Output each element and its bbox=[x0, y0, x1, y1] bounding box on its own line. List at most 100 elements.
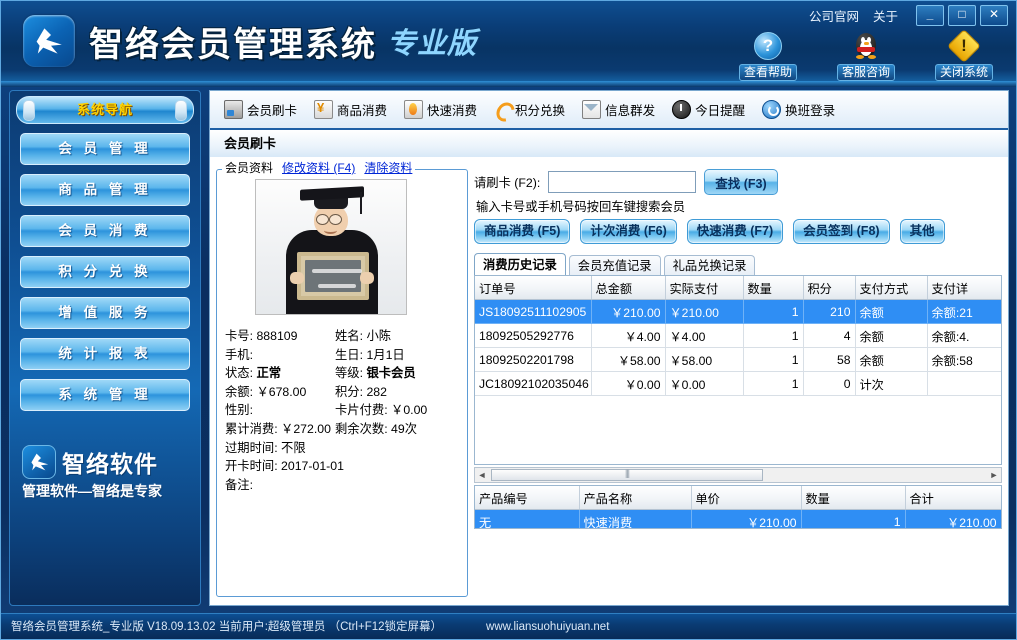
cell-total-amount: ￥4.00 bbox=[591, 324, 665, 348]
status-bar-text: 智络会员管理系统_专业版 V18.09.13.02 当前用户:超级管理员 （Ct… bbox=[11, 614, 442, 640]
cell-payment-method: 余额 bbox=[855, 324, 927, 348]
edit-member-link[interactable]: 修改资料 (F4) bbox=[282, 161, 355, 175]
toolbar-item-points-exchange[interactable]: 积分兑换 bbox=[494, 100, 565, 119]
field-remaining-times-label: 剩余次数: bbox=[335, 422, 388, 436]
member-fields: 卡号: 888109 姓名: 小陈 手机: 生日: 1月1日 bbox=[225, 327, 461, 494]
member-field-row: 过期时间: 不限 bbox=[225, 439, 461, 458]
cell-order-no: 18092505292776 bbox=[475, 324, 591, 348]
close-button[interactable]: ✕ bbox=[980, 5, 1008, 26]
sidebar-item-member-management[interactable]: 会 员 管 理 bbox=[20, 133, 190, 165]
history-horizontal-scrollbar[interactable]: ◄ ► bbox=[474, 467, 1002, 483]
app-logo-icon bbox=[23, 15, 75, 67]
field-points-value: 282 bbox=[366, 385, 387, 399]
table-row[interactable]: 无 快速消费 ￥210.00 1 ￥210.00 bbox=[475, 510, 1001, 530]
cell-total-amount: ￥210.00 bbox=[591, 300, 665, 324]
cell-actual-paid: ￥210.00 bbox=[665, 300, 743, 324]
cell-order-no: 18092502201798 bbox=[475, 348, 591, 372]
tab-recharge-history[interactable]: 会员充值记录 bbox=[569, 255, 661, 276]
brand-name: 智络软件 bbox=[62, 445, 158, 479]
quick-action-help-label: 查看帮助 bbox=[739, 64, 797, 81]
field-open-date-value: 2017-01-01 bbox=[281, 459, 344, 473]
toolbar-item-fast-consumption[interactable]: 快速消费 bbox=[404, 100, 477, 119]
clear-member-link[interactable]: 清除资料 bbox=[364, 161, 412, 175]
history-table-header-row: 订单号 总金额 实际支付 数量 积分 支付方式 支付详 bbox=[475, 276, 1002, 300]
member-field-row: 手机: 生日: 1月1日 bbox=[225, 346, 461, 365]
history-table-container[interactable]: 订单号 总金额 实际支付 数量 积分 支付方式 支付详 bbox=[474, 275, 1002, 465]
field-birthday-value: 1月1日 bbox=[366, 348, 404, 362]
field-name-value: 小陈 bbox=[366, 329, 391, 343]
tab-consumption-history[interactable]: 消费历史记录 bbox=[474, 253, 566, 276]
history-col-payment-detail[interactable]: 支付详 bbox=[927, 276, 1002, 300]
brand-logo-icon bbox=[22, 445, 56, 479]
scrollbar-thumb[interactable] bbox=[491, 469, 763, 481]
table-row[interactable]: 18092502201798 ￥58.00 ￥58.00 1 58 余额 余额:… bbox=[475, 348, 1002, 372]
detail-col-quantity[interactable]: 数量 bbox=[801, 486, 905, 510]
tab-gift-exchange-history[interactable]: 礼品兑换记录 bbox=[664, 255, 756, 276]
toolbar-item-product-consumption[interactable]: 商品消费 bbox=[314, 100, 387, 119]
field-balance-value: ￥678.00 bbox=[256, 385, 306, 399]
quick-action-exit-label: 关闭系统 bbox=[935, 64, 993, 81]
detail-col-product-name[interactable]: 产品名称 bbox=[579, 486, 691, 510]
sidebar-item-product-management[interactable]: 商 品 管 理 bbox=[20, 174, 190, 206]
cell-payment-detail bbox=[927, 372, 1002, 396]
product-consumption-button[interactable]: 商品消费 (F5) bbox=[474, 219, 570, 244]
quick-action-help[interactable]: ? 查看帮助 bbox=[730, 29, 806, 81]
member-field-row: 性别: 卡片付费: ￥0.00 bbox=[225, 401, 461, 420]
history-col-order-no[interactable]: 订单号 bbox=[475, 276, 591, 300]
maximize-button[interactable]: □ bbox=[948, 5, 976, 26]
detail-table-container[interactable]: 产品编号 产品名称 单价 数量 合计 无 快速消费 bbox=[474, 485, 1002, 529]
link-about[interactable]: 关于 bbox=[873, 6, 898, 25]
cell-quantity: 1 bbox=[801, 510, 905, 530]
find-button[interactable]: 查找 (F3) bbox=[704, 169, 777, 195]
warning-diamond-icon: ! bbox=[926, 29, 1002, 63]
sidebar-item-value-added-services[interactable]: 增 值 服 务 bbox=[20, 297, 190, 329]
detail-col-unit-price[interactable]: 单价 bbox=[691, 486, 801, 510]
detail-col-subtotal[interactable]: 合计 bbox=[905, 486, 1001, 510]
field-open-date-label: 开卡时间: bbox=[225, 459, 278, 473]
detail-col-product-code[interactable]: 产品编号 bbox=[475, 486, 579, 510]
cell-total-amount: ￥58.00 bbox=[591, 348, 665, 372]
history-col-quantity[interactable]: 数量 bbox=[743, 276, 803, 300]
toolbar-item-member-swipe[interactable]: 会员刷卡 bbox=[224, 100, 297, 119]
history-col-actual-paid[interactable]: 实际支付 bbox=[665, 276, 743, 300]
app-title: 智络会员管理系统 bbox=[89, 17, 377, 66]
card-reader-icon bbox=[224, 100, 243, 119]
toolbar-item-member-swipe-label: 会员刷卡 bbox=[247, 100, 297, 119]
history-col-payment-method[interactable]: 支付方式 bbox=[855, 276, 927, 300]
link-company-site[interactable]: 公司官网 bbox=[809, 6, 859, 25]
member-field-row: 状态: 正常 等级: 银卡会员 bbox=[225, 364, 461, 383]
other-button[interactable]: 其他 bbox=[900, 219, 945, 244]
toolbar-item-mass-message[interactable]: 信息群发 bbox=[582, 100, 655, 119]
fast-consumption-button[interactable]: 快速消费 (F7) bbox=[687, 219, 783, 244]
count-consumption-button[interactable]: 计次消费 (F6) bbox=[580, 219, 676, 244]
sidebar-item-points-exchange[interactable]: 积 分 兑 换 bbox=[20, 256, 190, 288]
quick-action-support[interactable]: 客服咨询 bbox=[828, 29, 904, 81]
member-field-row: 卡号: 888109 姓名: 小陈 bbox=[225, 327, 461, 346]
member-info-legend: 会员资料 修改资料 (F4) 清除资料 bbox=[222, 161, 415, 175]
member-checkin-button[interactable]: 会员签到 (F8) bbox=[793, 219, 889, 244]
cell-payment-detail: 余额:4. bbox=[927, 324, 1002, 348]
sidebar-item-member-consumption[interactable]: 会 员 消 费 bbox=[20, 215, 190, 247]
quick-action-exit[interactable]: ! 关闭系统 bbox=[926, 29, 1002, 81]
history-col-total-amount[interactable]: 总金额 bbox=[591, 276, 665, 300]
page-title: 会员刷卡 bbox=[210, 130, 1008, 159]
table-row[interactable]: 18092505292776 ￥4.00 ￥4.00 1 4 余额 余额:4. bbox=[475, 324, 1002, 348]
toolbar-item-today-reminder[interactable]: 今日提醒 bbox=[672, 100, 745, 119]
field-mobile-label: 手机: bbox=[225, 348, 253, 362]
sidebar-item-statistics-reports[interactable]: 统 计 报 表 bbox=[20, 338, 190, 370]
minimize-button[interactable]: _ bbox=[916, 5, 944, 26]
scroll-left-arrow-icon[interactable]: ◄ bbox=[475, 470, 489, 480]
cell-payment-method: 计次 bbox=[855, 372, 927, 396]
app-logo-block: 智络会员管理系统 专业版 bbox=[23, 15, 477, 67]
sidebar-item-system-management[interactable]: 系 统 管 理 bbox=[20, 379, 190, 411]
toolbar-item-shift-login[interactable]: 换班登录 bbox=[762, 100, 835, 119]
cell-order-no: JC18092102035046 bbox=[475, 372, 591, 396]
swipe-card-input[interactable] bbox=[548, 171, 696, 193]
scroll-right-arrow-icon[interactable]: ► bbox=[987, 470, 1001, 480]
work-area: 会员资料 修改资料 (F4) 清除资料 bbox=[210, 157, 1008, 605]
detail-table-header-row: 产品编号 产品名称 单价 数量 合计 bbox=[475, 486, 1001, 510]
field-card-no-value: 888109 bbox=[256, 329, 297, 343]
history-col-points[interactable]: 积分 bbox=[803, 276, 855, 300]
table-row[interactable]: JC18092102035046 ￥0.00 ￥0.00 1 0 计次 bbox=[475, 372, 1002, 396]
table-row[interactable]: JS18092511102905 ￥210.00 ￥210.00 1 210 余… bbox=[475, 300, 1002, 324]
